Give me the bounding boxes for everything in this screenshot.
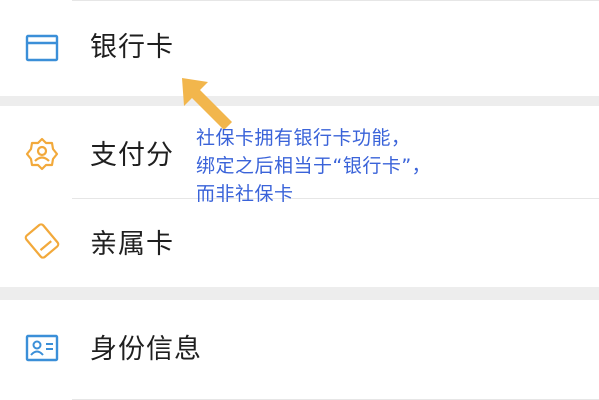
menu-item-bank-card[interactable]: 银行卡 [0, 0, 599, 96]
annotation-line: 社保卡拥有银行卡功能， [196, 127, 411, 149]
card-icon [25, 34, 59, 62]
menu-item-label: 身份信息 [90, 334, 202, 365]
menu-item-id-info[interactable]: 身份信息 [0, 300, 599, 400]
annotation-line: 而非社保卡 [196, 183, 294, 205]
menu-item-family-card[interactable]: 亲属卡 [0, 199, 599, 287]
row-divider [72, 0, 599, 1]
payscore-icon [25, 137, 59, 171]
menu-item-label: 支付分 [90, 140, 174, 171]
family-card-icon [24, 223, 60, 259]
annotation-line: 绑定之后相当于“银行卡”， [196, 155, 432, 177]
menu-item-label: 银行卡 [90, 32, 174, 63]
menu-item-label: 亲属卡 [90, 229, 174, 260]
annotation-text: 社保卡拥有银行卡功能， 绑定之后相当于“银行卡”， 而非社保卡 [196, 124, 526, 208]
id-card-icon [25, 334, 59, 362]
